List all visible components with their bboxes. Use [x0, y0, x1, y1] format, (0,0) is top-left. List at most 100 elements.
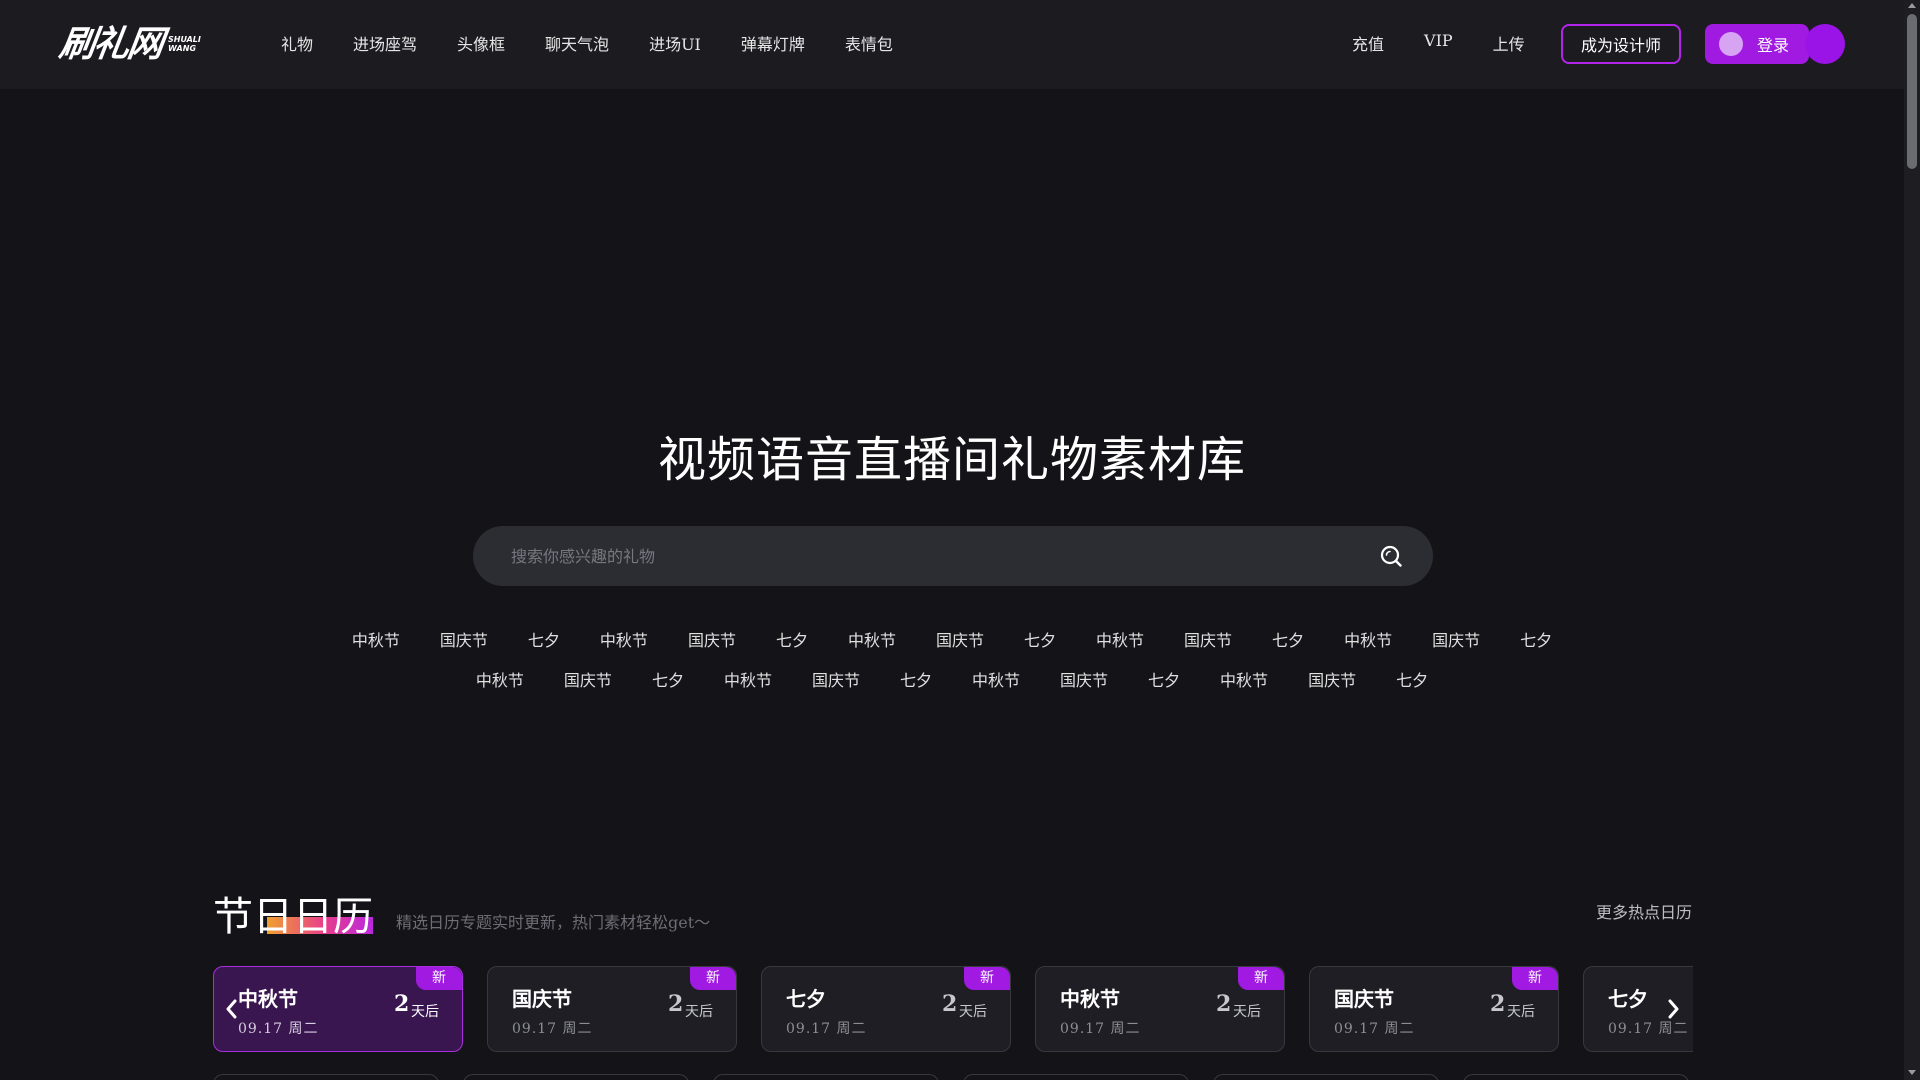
chevron-left-icon[interactable] — [222, 996, 242, 1022]
nav-item-gifts[interactable]: 礼物 — [281, 31, 313, 55]
hot-tag[interactable]: 七夕 — [528, 627, 560, 651]
card-days-unit: 天后 — [411, 1004, 439, 1020]
card-days-unit: 天后 — [685, 1004, 713, 1020]
right-nav: 充值 VIP 上传 — [1352, 31, 1565, 55]
logo-sub-line-2: WANG — [168, 44, 197, 53]
hot-tag[interactable]: 七夕 — [1396, 667, 1428, 691]
login-label: 登录 — [1757, 36, 1790, 55]
nav-item-recharge[interactable]: 充值 — [1352, 31, 1384, 55]
hot-tag[interactable]: 中秋节 — [352, 627, 400, 651]
logo-text: 刷礼网 — [56, 24, 165, 65]
hot-tag[interactable]: 七夕 — [1148, 667, 1180, 691]
scroll-down-arrow-icon[interactable] — [1908, 1070, 1916, 1075]
login-button[interactable]: 登录 — [1705, 24, 1809, 64]
calendar-section-subtitle: 精选日历专题实时更新，热门素材轻松get～ — [396, 913, 711, 932]
hot-tag[interactable]: 国庆节 — [1308, 667, 1356, 691]
login-avatar-icon — [1719, 32, 1743, 56]
hot-tag[interactable]: 七夕 — [1272, 627, 1304, 651]
card-holiday-name: 七夕 — [1608, 987, 1648, 1011]
scroll-up-arrow-icon[interactable] — [1908, 3, 1916, 8]
nav-item-avatar-frame[interactable]: 头像框 — [457, 31, 505, 55]
nav-item-entry-vehicle[interactable]: 进场座驾 — [353, 31, 417, 55]
hot-tags-row-1: 中秋节 国庆节 七夕 中秋节 国庆节 七夕 中秋节 国庆节 七夕 中秋节 国庆节… — [0, 627, 1904, 651]
nav-item-vip[interactable]: VIP — [1424, 31, 1453, 55]
search-input[interactable] — [511, 526, 1331, 586]
hot-tag[interactable]: 国庆节 — [812, 667, 860, 691]
nav-item-danmaku-sign[interactable]: 弹幕灯牌 — [741, 31, 805, 55]
hot-tag[interactable]: 中秋节 — [600, 627, 648, 651]
become-designer-button[interactable]: 成为设计师 — [1561, 24, 1681, 64]
hot-tag[interactable]: 中秋节 — [848, 627, 896, 651]
card-stub — [713, 1074, 939, 1080]
hot-tag[interactable]: 中秋节 — [1344, 627, 1392, 651]
new-badge: 新 — [1512, 967, 1558, 990]
hot-tag[interactable]: 七夕 — [776, 627, 808, 651]
card-date: 09.17 周二 — [786, 1021, 867, 1037]
card-stub — [463, 1074, 689, 1080]
hot-tag[interactable]: 中秋节 — [1096, 627, 1144, 651]
card-stub — [963, 1074, 1189, 1080]
card-days-count: 2 — [394, 991, 410, 1017]
calendar-card[interactable]: 七夕 09.17 周二 2 天后 新 — [761, 966, 1011, 1052]
hot-tag[interactable]: 七夕 — [900, 667, 932, 691]
card-days-unit: 天后 — [1233, 1004, 1261, 1020]
logo-sub-line-1: SHUALI — [168, 35, 201, 44]
scrollbar-thumb[interactable] — [1907, 14, 1917, 169]
card-stub — [1463, 1074, 1689, 1080]
hot-tag[interactable]: 国庆节 — [936, 627, 984, 651]
hot-tag[interactable]: 国庆节 — [1184, 627, 1232, 651]
card-holiday-name: 国庆节 — [1334, 987, 1394, 1011]
card-stub — [213, 1074, 439, 1080]
site-logo[interactable]: 刷礼网 SHUALI WANG — [57, 18, 201, 65]
hot-tag[interactable]: 国庆节 — [1432, 627, 1480, 651]
hot-tag[interactable]: 中秋节 — [724, 667, 772, 691]
card-holiday-name: 国庆节 — [512, 987, 572, 1011]
hot-tag[interactable]: 中秋节 — [1220, 667, 1268, 691]
user-avatar[interactable] — [1805, 24, 1845, 64]
main-nav: 礼物 进场座驾 头像框 聊天气泡 进场UI 弹幕灯牌 表情包 — [281, 31, 933, 55]
search-icon[interactable] — [1379, 544, 1403, 568]
card-stub — [1213, 1074, 1439, 1080]
calendar-card[interactable]: 国庆节 09.17 周二 2 天后 新 — [487, 966, 737, 1052]
search-bar — [473, 526, 1433, 586]
more-calendar-link[interactable]: 更多热点日历 — [1596, 899, 1692, 923]
hot-tag[interactable]: 国庆节 — [1060, 667, 1108, 691]
card-days-unit: 天后 — [1507, 1004, 1535, 1020]
nav-item-entry-ui[interactable]: 进场UI — [649, 31, 701, 55]
hot-tag[interactable]: 七夕 — [1024, 627, 1056, 651]
chevron-right-icon[interactable] — [1663, 996, 1683, 1022]
calendar-cards-track: 中秋节 09.17 周二 2 天后 新 国庆节 09.17 周二 2 天后 新 … — [213, 966, 1693, 1052]
new-badge: 新 — [416, 967, 462, 990]
new-badge: 新 — [690, 967, 736, 990]
card-holiday-name: 中秋节 — [1060, 987, 1120, 1011]
top-header: 刷礼网 SHUALI WANG 礼物 进场座驾 头像框 聊天气泡 进场UI 弹幕… — [0, 0, 1904, 88]
nav-item-chat-bubble[interactable]: 聊天气泡 — [545, 31, 609, 55]
nav-item-upload[interactable]: 上传 — [1493, 31, 1525, 55]
hot-tag[interactable]: 七夕 — [652, 667, 684, 691]
calendar-title-text: 节日日历 — [213, 894, 373, 940]
hot-tag[interactable]: 中秋节 — [972, 667, 1020, 691]
new-badge: 新 — [1238, 967, 1284, 990]
page-scrollbar[interactable] — [1904, 0, 1920, 1080]
calendar-card[interactable]: 中秋节 09.17 周二 2 天后 新 — [213, 966, 463, 1052]
calendar-card[interactable]: 国庆节 09.17 周二 2 天后 新 — [1309, 966, 1559, 1052]
card-date: 09.17 周二 — [512, 1021, 593, 1037]
card-holiday-name: 七夕 — [786, 987, 826, 1011]
logo-subtext: SHUALI WANG — [168, 35, 201, 53]
hot-tag[interactable]: 七夕 — [1520, 627, 1552, 651]
card-date: 09.17 周二 — [1334, 1021, 1415, 1037]
card-days-count: 2 — [1490, 991, 1506, 1017]
hot-tag[interactable]: 国庆节 — [440, 627, 488, 651]
hot-tag[interactable]: 国庆节 — [564, 667, 612, 691]
calendar-card[interactable]: 中秋节 09.17 周二 2 天后 新 — [1035, 966, 1285, 1052]
card-date: 09.17 周二 — [1060, 1021, 1141, 1037]
card-days-unit: 天后 — [959, 1004, 987, 1020]
new-badge: 新 — [964, 967, 1010, 990]
nav-item-stickers[interactable]: 表情包 — [845, 31, 893, 55]
hot-tag[interactable]: 中秋节 — [476, 667, 524, 691]
card-date: 09.17 周二 — [238, 1021, 319, 1037]
hot-tags-row-2: 中秋节 国庆节 七夕 中秋节 国庆节 七夕 中秋节 国庆节 七夕 中秋节 国庆节… — [0, 667, 1904, 691]
card-days-count: 2 — [942, 991, 958, 1017]
hot-tag[interactable]: 国庆节 — [688, 627, 736, 651]
card-days-count: 2 — [668, 991, 684, 1017]
